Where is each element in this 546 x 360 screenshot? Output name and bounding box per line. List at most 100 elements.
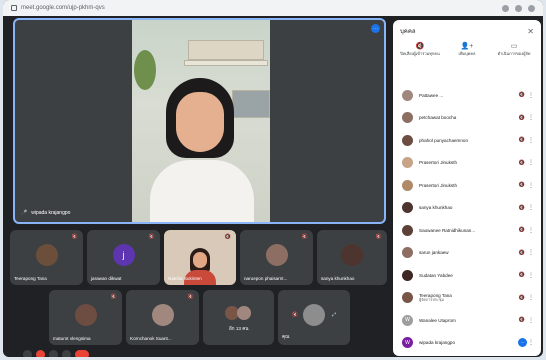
avatar — [402, 157, 413, 169]
mic-off-icon[interactable]: 🔇 — [517, 182, 527, 188]
more-options-icon[interactable]: ⋮ — [527, 227, 535, 234]
mic-off-icon[interactable]: 🔇 — [517, 317, 527, 323]
more-options-icon[interactable]: ⋮ — [527, 317, 535, 324]
mic-off-icon[interactable]: 🔇 — [517, 205, 527, 211]
participant-tile[interactable]: 🔇 maturot vlengsima — [49, 290, 122, 345]
list-item[interactable]: Wwipada krajangpo ⋯ ⋮ — [393, 332, 541, 355]
more-options-icon[interactable]: ⋮ — [527, 137, 535, 144]
participant-name: Sudatan Yabdee — [419, 273, 513, 278]
avatar: W — [402, 314, 413, 326]
participant-name: jarawan dikwat — [91, 276, 122, 281]
list-item[interactable]: Saowanee Ratnidhikunan... 🔇 ⋮ — [393, 219, 541, 242]
more-options-icon[interactable]: ⋮ — [527, 272, 535, 279]
panel-header: บุคคล ✕ — [393, 20, 541, 42]
participant-tile[interactable]: 🔇 sanya khunkhao — [317, 230, 387, 285]
avatar — [402, 134, 413, 146]
mic-off-icon[interactable]: 🔇 — [517, 295, 527, 301]
list-item[interactable]: Teerapong Tana ผู้จัดการประชุม 🔇 ⋮ — [393, 287, 541, 310]
avatar — [341, 244, 363, 267]
extension-icon[interactable] — [502, 4, 509, 12]
more-participants-label: อีก 13 คน — [229, 326, 249, 331]
leave-call-button[interactable] — [75, 349, 89, 357]
participant-name-text: Prasertori Jinuksth — [419, 160, 458, 166]
plant — [134, 50, 156, 90]
avatar — [402, 269, 413, 281]
avatar — [402, 112, 413, 124]
extension-icon[interactable] — [515, 4, 522, 12]
participant-tile[interactable]: 🔇 j jarawan dikwat — [87, 230, 160, 285]
list-item[interactable]: sarun jankaew 🔇 ⋮ — [393, 242, 541, 265]
mic-off-icon: 🔇 — [375, 234, 382, 240]
more-options-icon[interactable]: ⋮ — [527, 159, 535, 166]
avatar — [402, 179, 413, 191]
list-item[interactable]: Sudatan Yabdee 🔇 ⋮ — [393, 264, 541, 287]
participant-tile[interactable]: 🔇 Natcha Sukinten — [164, 230, 236, 285]
mic-icon: 🎤 — [21, 210, 28, 216]
speaking-icon[interactable]: ⋯ — [518, 338, 527, 348]
add-person-icon: 👤+ — [460, 43, 474, 50]
add-people-label: เพิ่มบุคคล — [458, 51, 476, 56]
more-options-icon[interactable]: ⋮ — [527, 249, 535, 256]
shirt — [150, 160, 254, 222]
spotlight-video[interactable]: ⋯ 🎤 wipada krajangpo — [13, 18, 386, 224]
host-controls-button[interactable]: ▭ ดำเนินการของผู้จัด — [493, 43, 535, 56]
avatar — [402, 292, 413, 304]
mic-off-icon[interactable]: 🔇 — [517, 227, 527, 233]
more-participants-tile[interactable]: อีก 13 คน — [203, 290, 274, 345]
list-item[interactable]: Pattawee ... 🔇 ⋮ — [393, 84, 541, 107]
list-item[interactable]: phahol punyachaemnon 🔇 ⋮ — [393, 129, 541, 152]
mute-all-button[interactable]: 🔇 ปิดเสียงผู้เข้าร่วมทุกคน — [399, 43, 441, 56]
mic-off-icon[interactable]: 🔇 — [517, 92, 527, 98]
participant-name: Pattawee ... — [419, 93, 513, 98]
url-text[interactable]: meet.google.com/ujp-pkhm-qvs — [21, 5, 502, 11]
participant-tile[interactable]: 🔇 Teerapong Tana — [10, 230, 83, 285]
participant-name: Natcha Sukinten — [168, 276, 202, 281]
list-item[interactable]: Prasertori Jinuksth 🔇 ⋮ — [393, 152, 541, 175]
participant-name: naruepon phaisarnt... — [244, 276, 288, 281]
mic-button[interactable] — [23, 349, 32, 357]
spotlight-name-label: 🎤 wipada krajangpo — [21, 210, 70, 216]
list-item[interactable]: Prasertori Jinuksth 🔇 ⋮ — [393, 174, 541, 197]
camera-button[interactable] — [36, 349, 45, 357]
profile-icon[interactable] — [528, 4, 535, 12]
participant-name-text: Sudatan Yabdee — [419, 272, 453, 278]
bookshelf — [184, 60, 268, 66]
participant-name: wipada krajangpo — [419, 340, 514, 345]
more-options-icon[interactable]: ⋮ — [527, 339, 535, 346]
more-options-icon[interactable]: ⋮ — [527, 92, 535, 99]
close-icon[interactable]: ✕ — [527, 27, 534, 36]
avatar — [74, 304, 97, 327]
more-options-icon[interactable]: ⋮ — [527, 182, 535, 189]
mic-off-icon[interactable]: 🔇 — [517, 250, 527, 256]
participant-name-text: petchawat boocha — [419, 115, 457, 121]
list-item[interactable]: petchawat boocha 🔇 ⋮ — [393, 107, 541, 130]
captions-button[interactable] — [49, 349, 58, 357]
participant-tile[interactable]: 🔇 naruepon phaisarnt... — [240, 230, 313, 285]
participant-tile[interactable]: 🔇 Kornchanok Suant... — [126, 290, 199, 345]
mic-off-icon: 🔇 — [224, 234, 231, 240]
list-item[interactable]: sanya khunkhao 🔇 ⋮ — [393, 197, 541, 220]
participant-name: petchawat boocha — [419, 115, 513, 120]
mic-off-icon[interactable]: 🔇 — [517, 272, 527, 278]
more-options-icon[interactable]: ⋮ — [527, 114, 535, 121]
participant-name-text: sarun jankaew — [419, 250, 449, 256]
mic-off-icon[interactable]: 🔇 — [517, 137, 527, 143]
list-item[interactable]: W Wanalee Utaprom 🔇 ⋮ — [393, 309, 541, 332]
participant-name: คุณ — [282, 334, 290, 339]
mic-off-icon[interactable]: 🔇 — [517, 160, 527, 166]
participant-name: Saowanee Ratnidhikunan... — [419, 228, 513, 233]
browser-address-bar[interactable]: meet.google.com/ujp-pkhm-qvs — [3, 0, 543, 16]
more-options-icon[interactable]: ⋮ — [527, 204, 535, 211]
more-options-icon[interactable]: ⋯ — [371, 24, 380, 33]
mic-off-icon[interactable]: 🔇 — [517, 115, 527, 121]
people-panel: บุคคล ✕ 🔇 ปิดเสียงผู้เข้าร่วมทุกคน 👤+ เพ… — [393, 20, 541, 356]
more-options-icon[interactable]: ⋮ — [527, 294, 535, 301]
participant-name: Teerapong Tana ผู้จัดการประชุม — [419, 293, 513, 303]
add-people-button[interactable]: 👤+ เพิ่มบุคคล — [446, 43, 488, 56]
self-tile[interactable]: 🔇 ⤢ คุณ — [278, 290, 350, 345]
more-options-icon[interactable]: ⤢ — [332, 312, 336, 318]
participant-name-text: sanya khunkhao — [419, 205, 453, 211]
present-button[interactable] — [62, 349, 71, 357]
avatar — [35, 244, 58, 267]
spotlight-name: wipada krajangpo — [31, 210, 71, 216]
